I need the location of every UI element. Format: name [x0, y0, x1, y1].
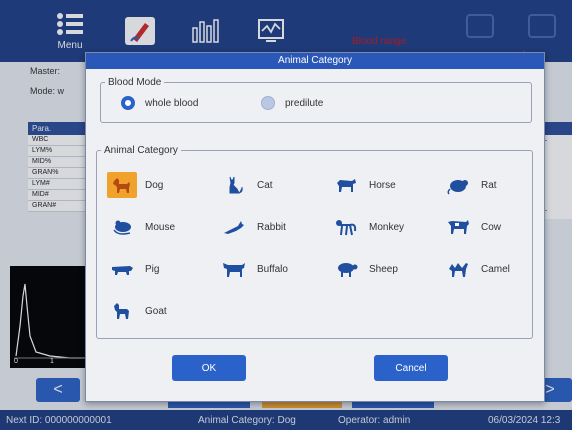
animal-option-monkey[interactable]: Monkey	[331, 214, 404, 240]
blood-mode-group: Blood Mode whole blood predilute	[100, 77, 532, 123]
dog-icon	[107, 172, 137, 198]
animal-option-mouse[interactable]: Mouse	[107, 214, 175, 240]
buffalo-icon	[219, 256, 249, 282]
monkey-icon	[331, 214, 361, 240]
animal-category-group: Animal Category Dog Cat Horse Rat Mouse …	[96, 145, 533, 339]
rat-icon	[443, 172, 473, 198]
animal-label: Rat	[481, 179, 497, 191]
animal-option-buffalo[interactable]: Buffalo	[219, 256, 288, 282]
animal-label: Dog	[145, 179, 164, 191]
radio-whole-blood[interactable]: whole blood	[121, 96, 198, 110]
ok-button[interactable]: OK	[172, 355, 246, 381]
animal-option-cat[interactable]: Cat	[219, 172, 273, 198]
animal-option-dog[interactable]: Dog	[107, 172, 163, 198]
goat-icon	[107, 298, 137, 324]
animal-option-pig[interactable]: Pig	[107, 256, 159, 282]
animal-label: Camel	[481, 263, 510, 275]
animal-option-cow[interactable]: Cow	[443, 214, 501, 240]
animal-option-rat[interactable]: Rat	[443, 172, 497, 198]
animal-label: Mouse	[145, 221, 176, 233]
animal-label: Sheep	[369, 263, 398, 275]
animal-option-horse[interactable]: Horse	[331, 172, 396, 198]
sheep-icon	[331, 256, 361, 282]
radio-unselected-icon	[261, 96, 275, 110]
animal-label: Buffalo	[257, 263, 288, 275]
dialog-title: Animal Category	[86, 53, 544, 69]
animal-category-dialog: Animal Category Blood Mode whole blood p…	[85, 52, 545, 402]
radio-label: whole blood	[145, 97, 199, 109]
cancel-button[interactable]: Cancel	[374, 355, 448, 381]
blood-mode-legend: Blood Mode	[108, 77, 162, 88]
animal-option-goat[interactable]: Goat	[107, 298, 167, 324]
animal-label: Goat	[145, 305, 167, 317]
radio-selected-icon	[121, 96, 135, 110]
animal-label: Horse	[369, 179, 396, 191]
mouse-icon	[107, 214, 137, 240]
animal-label: Pig	[145, 263, 160, 275]
rabbit-icon	[219, 214, 249, 240]
horse-icon	[331, 172, 361, 198]
camel-icon	[443, 256, 473, 282]
animal-label: Cat	[257, 179, 273, 191]
animal-option-rabbit[interactable]: Rabbit	[219, 214, 286, 240]
radio-label: predilute	[285, 97, 324, 109]
animal-label: Rabbit	[257, 221, 286, 233]
animal-option-sheep[interactable]: Sheep	[331, 256, 398, 282]
animal-label: Monkey	[369, 221, 405, 233]
pig-icon	[107, 256, 137, 282]
animal-option-camel[interactable]: Camel	[443, 256, 510, 282]
animal-category-legend: Animal Category	[104, 145, 178, 156]
animal-label: Cow	[481, 221, 502, 233]
radio-predilute[interactable]: predilute	[261, 96, 323, 110]
cat-icon	[219, 172, 249, 198]
cow-icon	[443, 214, 473, 240]
